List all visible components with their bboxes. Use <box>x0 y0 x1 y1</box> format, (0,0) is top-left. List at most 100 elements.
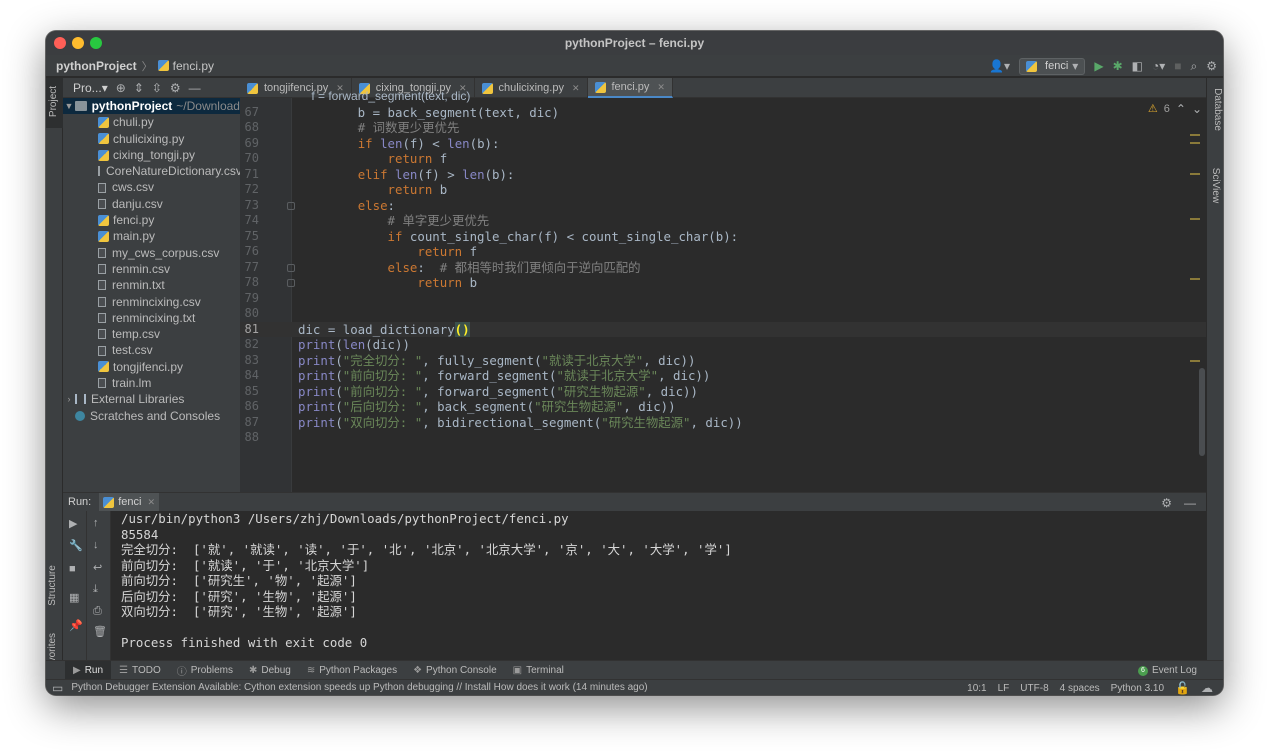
tool-window-run[interactable]: ▶ Run <box>65 660 112 680</box>
next-highlight-icon[interactable]: ⌄ <box>1192 103 1202 115</box>
tree-file-item[interactable]: train.lm <box>63 375 240 391</box>
profile-icon[interactable]: ◔▾ <box>1152 60 1165 72</box>
tree-file-label: temp.csv <box>112 327 161 342</box>
tree-scratches[interactable]: Scratches and Consoles <box>63 408 240 424</box>
close-window-button[interactable] <box>54 37 66 49</box>
search-icon[interactable]: ⌕ <box>1191 60 1198 72</box>
indent-setting[interactable]: 4 spaces <box>1060 683 1100 694</box>
warning-marker[interactable] <box>1190 278 1200 280</box>
tree-file-item[interactable]: cws.csv <box>63 179 240 195</box>
notification-icon[interactable]: ☁ <box>1201 682 1213 694</box>
tool-window-todo[interactable]: ☰ TODO <box>111 661 169 680</box>
rerun-icon[interactable]: ▶ <box>69 517 77 530</box>
code-line: 75 if count_single_char(f) < count_singl… <box>240 229 1206 245</box>
tree-file-item[interactable]: renmincixing.csv <box>63 294 240 310</box>
breadcrumb-file[interactable]: fenci.py <box>157 59 214 73</box>
run-tab-fenci[interactable]: fenci ✕ <box>99 492 160 512</box>
stop-icon[interactable]: ■ <box>69 563 76 575</box>
arrow-up-icon[interactable]: ↑ <box>93 517 99 529</box>
run-configuration-select[interactable]: fenci ▾ <box>1019 57 1086 75</box>
tree-file-label: renmincixing.csv <box>112 294 201 309</box>
tree-file-item[interactable]: tongjifenci.py <box>63 359 240 375</box>
tree-file-item[interactable]: chuli.py <box>63 114 240 130</box>
collapse-all-icon[interactable]: ⇳ <box>152 82 162 94</box>
arrow-down-icon[interactable]: ↓ <box>93 539 99 551</box>
file-encoding[interactable]: UTF-8 <box>1020 683 1048 694</box>
editor-scrollbar[interactable] <box>1199 368 1205 456</box>
tree-file-item[interactable]: my_cws_corpus.csv <box>63 245 240 261</box>
tree-file-item[interactable]: renmin.csv <box>63 261 240 277</box>
line-number: 86 <box>244 399 259 413</box>
gear-icon[interactable]: ⚙ <box>1206 60 1217 72</box>
wrench-icon[interactable]: 🔧 <box>69 539 83 552</box>
project-view-select[interactable]: Pro...▾ <box>73 81 108 95</box>
close-icon[interactable]: ✕ <box>148 497 156 508</box>
tree-file-item[interactable]: test.csv <box>63 342 240 358</box>
line-separator[interactable]: LF <box>998 683 1010 694</box>
tree-file-item[interactable]: danju.csv <box>63 196 240 212</box>
fold-marker-icon[interactable] <box>287 279 295 287</box>
tree-file-item[interactable]: chulicixing.py <box>63 131 240 147</box>
inspection-widget[interactable]: ⚠ 6 ⌃ ⌄ <box>1148 102 1202 116</box>
coverage-icon[interactable]: ◧ <box>1132 60 1143 72</box>
sciview-tool-label: SciView <box>1210 167 1222 204</box>
line-number: 77 <box>244 259 259 274</box>
event-log-button[interactable]: 6 Event Log <box>1137 661 1197 680</box>
user-icon[interactable]: 👤▾ <box>989 60 1010 72</box>
warning-marker[interactable] <box>1190 218 1200 220</box>
tool-window-terminal[interactable]: ▣ Terminal <box>505 661 572 680</box>
tool-window-python-console[interactable]: ❖ Python Console <box>405 661 505 680</box>
expand-all-icon[interactable]: ⇕ <box>134 82 144 94</box>
tree-file-item[interactable]: renmin.txt <box>63 277 240 293</box>
hide-icon[interactable]: — <box>189 82 201 94</box>
code-editor[interactable]: 67 b = back_segment(text, dic) 68 # 词数更少更… <box>240 89 1206 492</box>
debug-icon[interactable]: ✱ <box>1113 60 1123 72</box>
fold-marker-icon[interactable] <box>287 263 295 272</box>
tree-file-item[interactable]: main.py <box>63 228 240 244</box>
status-message[interactable]: Python Debugger Extension Available: Cyt… <box>71 682 647 693</box>
hide-icon[interactable]: — <box>1184 497 1196 509</box>
warning-marker[interactable] <box>1190 173 1200 175</box>
tool-window-python-packages[interactable]: ≋ Python Packages <box>299 661 405 680</box>
sciview-tool-button[interactable]: SciView <box>1206 158 1223 218</box>
project-tool-button[interactable]: Project <box>46 78 63 128</box>
tree-external-libraries[interactable]: › External Libraries <box>63 391 240 407</box>
tree-file-item[interactable]: CoreNatureDictionary.csv <box>63 163 242 179</box>
database-tool-button[interactable]: Database <box>1206 82 1223 142</box>
tree-file-item[interactable]: cixing_tongji.py <box>63 147 240 163</box>
caret-position[interactable]: 10:1 <box>967 683 986 694</box>
lock-icon[interactable]: 🔓 <box>1175 682 1190 694</box>
trash-icon[interactable]: 🗑 <box>93 625 107 638</box>
run-icon[interactable]: ▶ <box>1094 60 1103 72</box>
stop-icon[interactable]: ■ <box>1174 60 1181 72</box>
run-console-output[interactable]: /usr/bin/python3 /Users/zhj/Downloads/py… <box>111 511 1206 660</box>
python-interpreter[interactable]: Python 3.10 <box>1111 683 1164 694</box>
fold-marker-icon[interactable] <box>287 201 295 210</box>
print-icon[interactable]: ⎙ <box>93 605 102 618</box>
soft-wrap-icon[interactable]: ↩ <box>93 561 102 574</box>
locate-icon[interactable]: ⊕ <box>116 82 126 94</box>
previous-highlight-icon[interactable]: ⌃ <box>1176 103 1186 115</box>
tree-file-item[interactable]: fenci.py <box>63 212 240 228</box>
tree-file-item[interactable]: temp.csv <box>63 326 240 342</box>
pin-icon[interactable]: 📌 <box>69 619 83 632</box>
tree-file-label: tongjifenci.py <box>113 359 184 374</box>
warning-marker[interactable] <box>1190 142 1200 144</box>
code-line: 73 else: <box>240 198 1206 214</box>
structure-tool-button[interactable]: Structure <box>46 558 63 608</box>
scroll-to-end-icon[interactable]: ⤓ <box>93 583 98 596</box>
warning-marker[interactable] <box>1190 134 1200 136</box>
gear-icon[interactable]: ⚙ <box>170 82 181 94</box>
layout-icon[interactable]: ▦ <box>69 591 79 604</box>
warning-marker[interactable] <box>1190 360 1200 362</box>
tool-window-problems[interactable]: ⓘ Problems <box>169 661 241 680</box>
gear-icon[interactable]: ⚙ <box>1161 497 1172 509</box>
minimize-window-button[interactable] <box>72 37 84 49</box>
zoom-window-button[interactable] <box>90 37 102 49</box>
panel-toggle-icon[interactable]: ▭ <box>52 682 63 694</box>
breadcrumb-project[interactable]: pythonProject <box>56 59 137 73</box>
tool-window-debug[interactable]: ✱ Debug <box>241 661 299 680</box>
folder-icon <box>74 101 87 112</box>
tree-root-folder[interactable]: ▼ pythonProject ~/Download <box>63 98 240 115</box>
tree-file-item[interactable]: renmincixing.txt <box>63 310 240 326</box>
